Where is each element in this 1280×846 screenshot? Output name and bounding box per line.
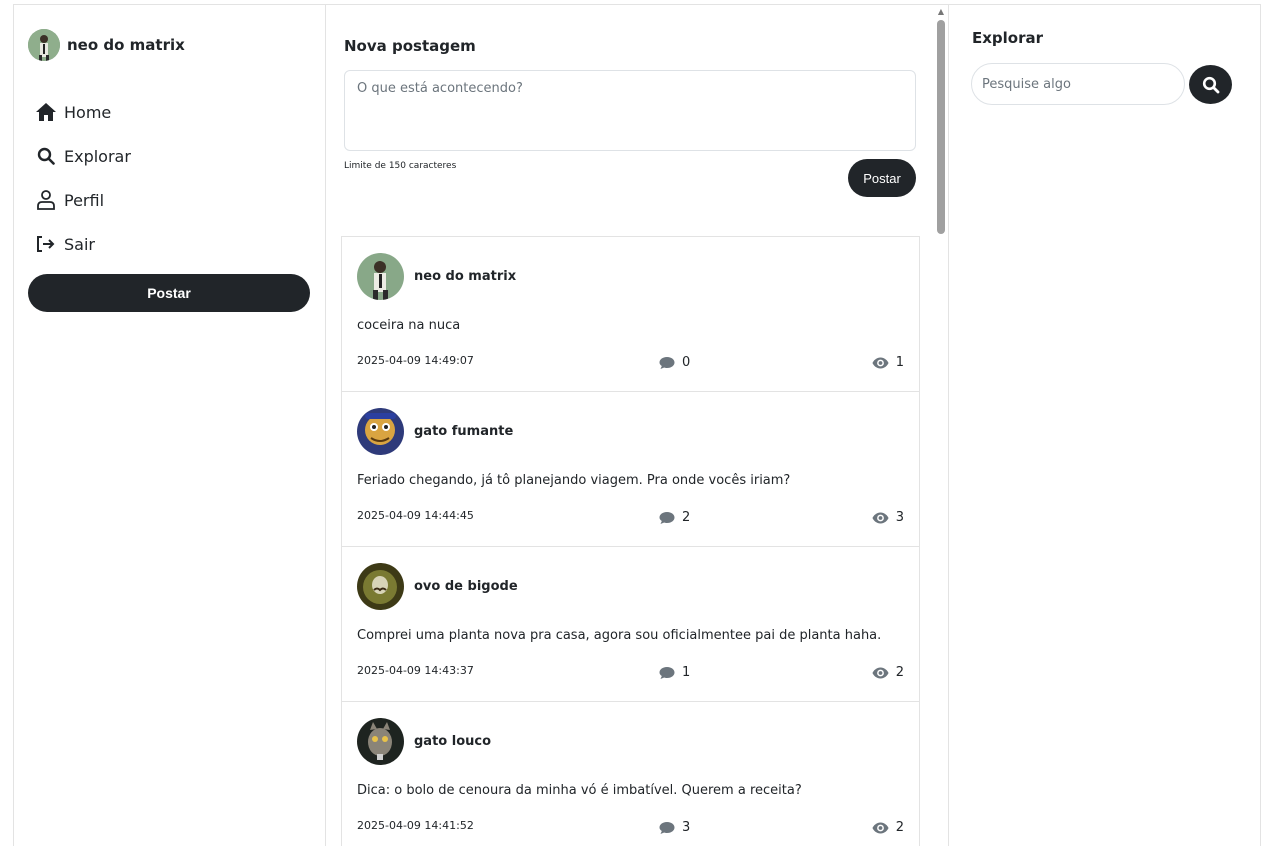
new-post-input[interactable] bbox=[344, 70, 916, 151]
comment-icon bbox=[659, 666, 675, 679]
sidebar-item-label: Sair bbox=[64, 234, 95, 254]
post-date: 2025-04-09 14:41:52 bbox=[357, 819, 474, 832]
post-author[interactable]: gato louco bbox=[414, 734, 491, 749]
comments-value: 3 bbox=[682, 820, 691, 835]
scroll-up-arrow[interactable]: ▲ bbox=[936, 6, 946, 16]
sidebar-nav: Home Explorar Perfil Sair bbox=[35, 90, 131, 266]
post-header: gato fumante bbox=[357, 407, 513, 455]
eye-icon bbox=[872, 357, 889, 368]
char-limit-hint: Limite de 150 caracteres bbox=[344, 161, 457, 171]
post-date: 2025-04-09 14:44:45 bbox=[357, 509, 474, 522]
sidebar: neo do matrix Home Explorar Perfil Sair bbox=[13, 4, 326, 846]
composer-post-button[interactable]: Postar bbox=[848, 159, 916, 197]
post-text: coceira na nuca bbox=[357, 318, 461, 333]
views-value: 1 bbox=[895, 355, 904, 370]
comment-icon bbox=[659, 511, 675, 524]
sidebar-profile[interactable]: neo do matrix bbox=[28, 29, 185, 61]
comments-count[interactable]: 1 bbox=[659, 665, 690, 680]
post-date: 2025-04-09 14:49:07 bbox=[357, 354, 474, 367]
comments-value: 0 bbox=[682, 355, 691, 370]
sidebar-item-label: Perfil bbox=[64, 190, 105, 210]
eye-icon bbox=[872, 822, 889, 833]
comments-count[interactable]: 2 bbox=[659, 510, 690, 525]
comments-value: 1 bbox=[682, 665, 691, 680]
eye-icon bbox=[872, 512, 889, 523]
search-button[interactable] bbox=[1189, 65, 1232, 104]
composer-title: Nova postagem bbox=[344, 37, 476, 55]
sidebar-item-label: Explorar bbox=[64, 146, 131, 166]
avatar[interactable] bbox=[357, 252, 404, 300]
post-text: Comprei uma planta nova pra casa, agora … bbox=[357, 628, 882, 643]
sidebar-post-button[interactable]: Postar bbox=[28, 274, 310, 312]
views-count: 2 bbox=[872, 820, 904, 835]
comments-count[interactable]: 0 bbox=[659, 355, 690, 370]
search-icon bbox=[35, 145, 57, 167]
sidebar-item-sair[interactable]: Sair bbox=[35, 222, 131, 266]
views-value: 2 bbox=[895, 820, 904, 835]
main-feed: Nova postagem Limite de 150 caracteres P… bbox=[327, 5, 949, 846]
views-value: 2 bbox=[895, 665, 904, 680]
views-count: 3 bbox=[872, 510, 904, 525]
explore-panel: Explorar bbox=[950, 5, 1261, 846]
views-value: 3 bbox=[895, 510, 904, 525]
comment-icon bbox=[659, 356, 675, 369]
sidebar-item-explorar[interactable]: Explorar bbox=[35, 134, 131, 178]
views-count: 2 bbox=[872, 665, 904, 680]
views-count: 1 bbox=[872, 355, 904, 370]
avatar bbox=[28, 29, 60, 61]
post-date: 2025-04-09 14:43:37 bbox=[357, 664, 474, 677]
comments-count[interactable]: 3 bbox=[659, 820, 690, 835]
feed-scrollbar[interactable] bbox=[937, 20, 945, 234]
avatar[interactable] bbox=[357, 407, 404, 455]
post-card[interactable]: gato fumante Feriado chegando, já tô pla… bbox=[341, 391, 920, 546]
logout-icon bbox=[35, 233, 57, 255]
post-card[interactable]: gato louco Dica: o bolo de cenoura da mi… bbox=[341, 701, 920, 846]
comments-value: 2 bbox=[682, 510, 691, 525]
eye-icon bbox=[872, 667, 889, 678]
post-list: neo do matrix coceira na nuca 2025-04-09… bbox=[341, 236, 920, 846]
post-header: ovo de bigode bbox=[357, 562, 518, 610]
post-header: neo do matrix bbox=[357, 252, 516, 300]
explore-title: Explorar bbox=[972, 29, 1044, 47]
user-icon bbox=[35, 189, 57, 211]
post-text: Dica: o bolo de cenoura da minha vó é im… bbox=[357, 783, 802, 798]
post-author[interactable]: neo do matrix bbox=[414, 269, 516, 284]
post-text: Feriado chegando, já tô planejando viage… bbox=[357, 473, 791, 488]
post-header: gato louco bbox=[357, 717, 491, 765]
home-icon bbox=[35, 101, 57, 123]
post-card[interactable]: ovo de bigode Comprei uma planta nova pr… bbox=[341, 546, 920, 701]
profile-name: neo do matrix bbox=[67, 36, 185, 54]
sidebar-item-label: Home bbox=[64, 102, 112, 122]
post-card[interactable]: neo do matrix coceira na nuca 2025-04-09… bbox=[341, 236, 920, 391]
post-author[interactable]: ovo de bigode bbox=[414, 579, 518, 594]
sidebar-item-home[interactable]: Home bbox=[35, 90, 131, 134]
post-author[interactable]: gato fumante bbox=[414, 424, 513, 439]
search-icon bbox=[1202, 76, 1219, 93]
sidebar-item-perfil[interactable]: Perfil bbox=[35, 178, 131, 222]
comment-icon bbox=[659, 821, 675, 834]
avatar[interactable] bbox=[357, 562, 404, 610]
search-input[interactable] bbox=[971, 63, 1185, 105]
avatar[interactable] bbox=[357, 717, 404, 765]
